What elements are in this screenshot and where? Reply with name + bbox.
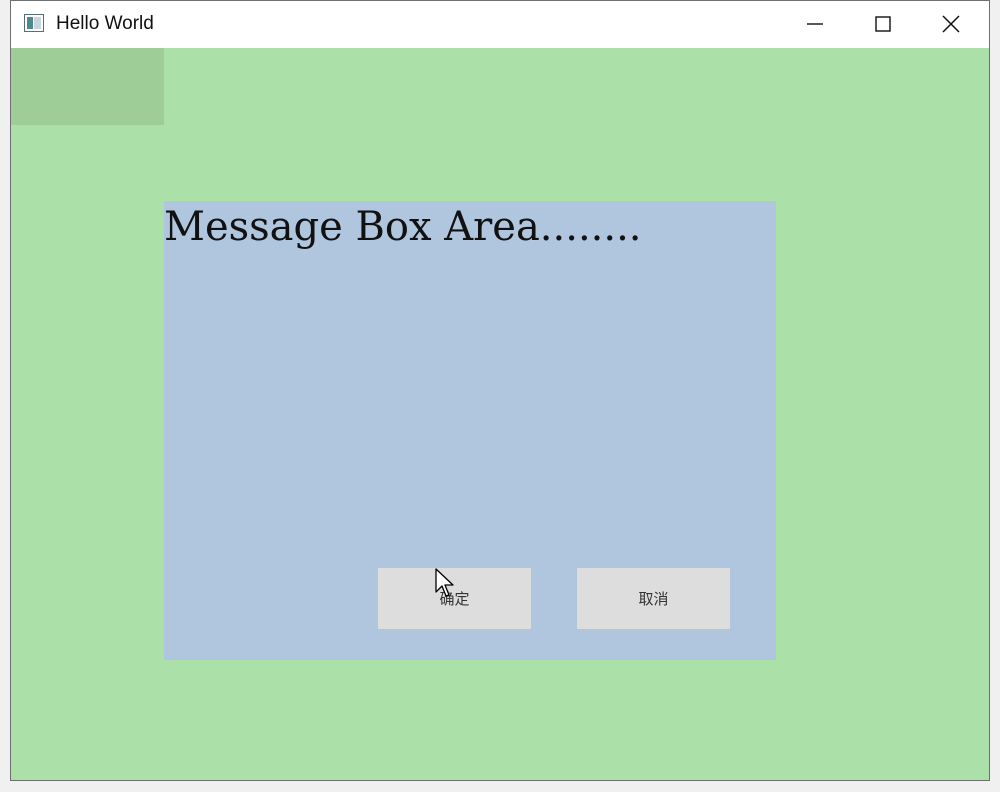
title-bar[interactable]: Hello World <box>11 1 989 48</box>
message-box-area: Message Box Area........ 确定 取消 <box>164 201 776 660</box>
minimize-button[interactable] <box>781 1 849 47</box>
message-text: Message Box Area........ <box>164 204 642 250</box>
window-title: Hello World <box>56 13 154 34</box>
app-window: Hello World Message Box Area........ 确定 … <box>10 0 990 781</box>
close-button[interactable] <box>917 1 985 47</box>
maximize-button[interactable] <box>849 1 917 47</box>
corner-block <box>11 48 164 125</box>
cancel-button[interactable]: 取消 <box>577 568 730 629</box>
close-icon <box>942 15 960 33</box>
minimize-icon <box>807 23 823 25</box>
window-app-icon <box>24 14 44 32</box>
ok-button[interactable]: 确定 <box>378 568 531 629</box>
maximize-icon <box>875 16 891 32</box>
client-area: Message Box Area........ 确定 取消 <box>11 48 989 780</box>
